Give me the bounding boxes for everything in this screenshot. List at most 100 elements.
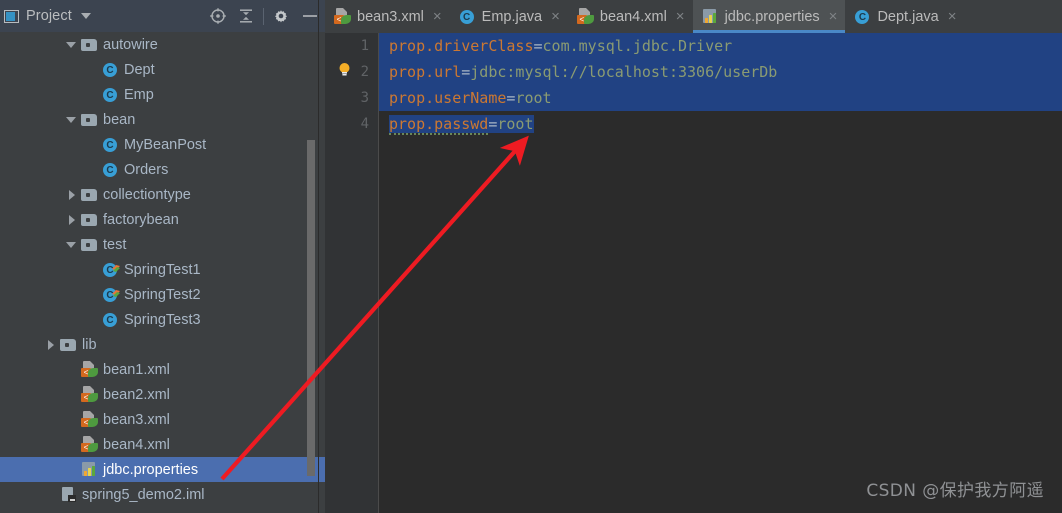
chevron-right-icon[interactable] — [66, 214, 78, 226]
no-toggle-spacer — [66, 464, 78, 476]
project-tool-window: Project autowire C Dept C Emp bean C MyB… — [0, 0, 325, 513]
tree-node-label: SpringTest2 — [124, 286, 201, 303]
property-key: prop.passwd — [389, 115, 489, 135]
run-marker-icon — [112, 286, 120, 297]
collapse-all-icon[interactable] — [232, 3, 260, 29]
tree-node-factorybean[interactable]: factorybean — [0, 207, 325, 232]
tree-node-orders[interactable]: Orders — [0, 157, 325, 182]
close-icon[interactable]: × — [433, 9, 442, 24]
tree-node-springtest3[interactable]: SpringTest3 — [0, 307, 325, 332]
tree-node-jdbc-properties[interactable]: jdbc.properties — [0, 457, 325, 482]
tree-node-label: Emp — [124, 86, 154, 103]
tree-node-label: jdbc.properties — [103, 461, 199, 478]
no-toggle-spacer — [87, 89, 99, 101]
folder-icon — [81, 186, 98, 203]
tree-scrollbar-thumb[interactable] — [307, 140, 315, 476]
locate-target-icon[interactable] — [204, 3, 232, 29]
class-icon — [102, 136, 119, 153]
tree-node-springtest2[interactable]: SpringTest2 — [0, 282, 325, 307]
no-toggle-spacer — [66, 364, 78, 376]
property-value: root — [497, 115, 534, 133]
chevron-down-icon[interactable] — [66, 39, 78, 51]
tab-label: Dept.java — [877, 8, 939, 25]
tree-node-emp[interactable]: Emp — [0, 82, 325, 107]
project-tree[interactable]: autowire Dept Emp bean MyBeanPost Orders colle… — [0, 32, 325, 513]
code-line[interactable]: prop.driverClass=com.mysql.jdbc.Driver — [379, 33, 1062, 59]
chevron-down-icon[interactable] — [66, 239, 78, 251]
editor-tab-bar[interactable]: <bean3.xml×Emp.java×<bean4.xml×jdbc.prop… — [325, 0, 1062, 33]
project-panel-header: Project — [0, 0, 325, 32]
editor-tab-jdbc-properties[interactable]: jdbc.properties × — [692, 0, 846, 33]
code-line-text: prop.driverClass=com.mysql.jdbc.Driver — [389, 37, 732, 55]
folder-icon — [81, 111, 98, 128]
editor-tab-bean3-xml[interactable]: < bean3.xml × — [325, 0, 450, 33]
minimize-icon[interactable] — [295, 3, 325, 29]
property-key: prop.url — [389, 63, 462, 81]
no-toggle-spacer — [87, 139, 99, 151]
spring-xml-icon: < — [576, 8, 594, 25]
tree-node-bean[interactable]: bean — [0, 107, 325, 132]
properties-icon — [81, 461, 98, 478]
tree-node-bean2-xml[interactable]: < bean2.xml — [0, 382, 325, 407]
tree-node-bean1-xml[interactable]: < bean1.xml — [0, 357, 325, 382]
chevron-down-icon[interactable] — [80, 13, 91, 19]
code-line[interactable]: prop.passwd=root — [379, 111, 1062, 137]
no-toggle-spacer — [87, 64, 99, 76]
class-icon — [854, 8, 871, 25]
tree-node-label: SpringTest3 — [124, 311, 201, 328]
editor-area[interactable]: 1234 prop.driverClass=com.mysql.jdbc.Dri… — [325, 33, 1062, 513]
tree-node-label: Dept — [124, 61, 155, 78]
tree-node-label: bean — [103, 111, 136, 128]
close-icon[interactable]: × — [551, 9, 560, 24]
chevron-right-icon[interactable] — [45, 339, 57, 351]
class-icon — [102, 86, 119, 103]
tree-node-label: MyBeanPost — [124, 136, 207, 153]
editor-tab-dept-java[interactable]: Dept.java × — [845, 0, 964, 33]
csdn-watermark: CSDN @保护我方阿遥 — [866, 481, 1044, 501]
lightbulb-icon[interactable] — [337, 62, 352, 77]
close-icon[interactable]: × — [948, 9, 957, 24]
tree-node-bean4-xml[interactable]: < bean4.xml — [0, 432, 325, 457]
tab-label: jdbc.properties — [724, 8, 820, 25]
close-icon[interactable]: × — [829, 9, 838, 24]
tree-node-label: spring5_demo2.iml — [82, 486, 205, 503]
class-icon — [102, 161, 119, 178]
property-value: root — [515, 89, 552, 107]
tree-node-dept[interactable]: Dept — [0, 57, 325, 82]
tree-node-bean3-xml[interactable]: < bean3.xml — [0, 407, 325, 432]
properties-icon — [702, 8, 719, 25]
folder-icon — [60, 336, 77, 353]
code-line[interactable]: prop.userName=root — [379, 85, 1062, 111]
tree-node-test[interactable]: test — [0, 232, 325, 257]
tree-node-label: autowire — [103, 36, 158, 53]
tree-node-lib[interactable]: lib — [0, 332, 325, 357]
gear-icon[interactable] — [267, 3, 295, 29]
project-window-icon — [4, 9, 19, 23]
editor-tab-emp-java[interactable]: Emp.java × — [450, 0, 568, 33]
tree-node-mybeanpost[interactable]: MyBeanPost — [0, 132, 325, 157]
property-value: com.mysql.jdbc.Driver — [542, 37, 733, 55]
tree-node-spring5-demo2-iml[interactable]: spring5_demo2.iml — [0, 482, 325, 507]
editor-tab-bean4-xml[interactable]: < bean4.xml × — [568, 0, 693, 33]
tree-node-springtest1[interactable]: SpringTest1 — [0, 257, 325, 282]
code-line[interactable]: prop.url=jdbc:mysql://localhost:3306/use… — [379, 59, 1062, 85]
property-key: prop.driverClass — [389, 37, 534, 55]
code-line-text: prop.url=jdbc:mysql://localhost:3306/use… — [389, 63, 777, 81]
tree-node-autowire[interactable]: autowire — [0, 32, 325, 57]
property-key: prop.userName — [389, 89, 507, 107]
panel-divider[interactable] — [318, 0, 319, 513]
no-toggle-spacer — [87, 289, 99, 301]
close-icon[interactable]: × — [676, 9, 685, 24]
no-toggle-spacer — [87, 164, 99, 176]
tree-node-label: SpringTest1 — [124, 261, 201, 278]
no-toggle-spacer — [66, 414, 78, 426]
run-marker-icon — [112, 261, 120, 272]
tree-node-label: bean3.xml — [103, 411, 170, 428]
tree-node-collectiontype[interactable]: collectiontype — [0, 182, 325, 207]
chevron-down-icon[interactable] — [66, 114, 78, 126]
folder-icon — [81, 211, 98, 228]
chevron-right-icon[interactable] — [66, 189, 78, 201]
tree-node-label: factorybean — [103, 211, 179, 228]
spring-xml-icon: < — [81, 436, 98, 453]
code-content[interactable]: prop.driverClass=com.mysql.jdbc.Driver pr… — [379, 33, 1062, 513]
